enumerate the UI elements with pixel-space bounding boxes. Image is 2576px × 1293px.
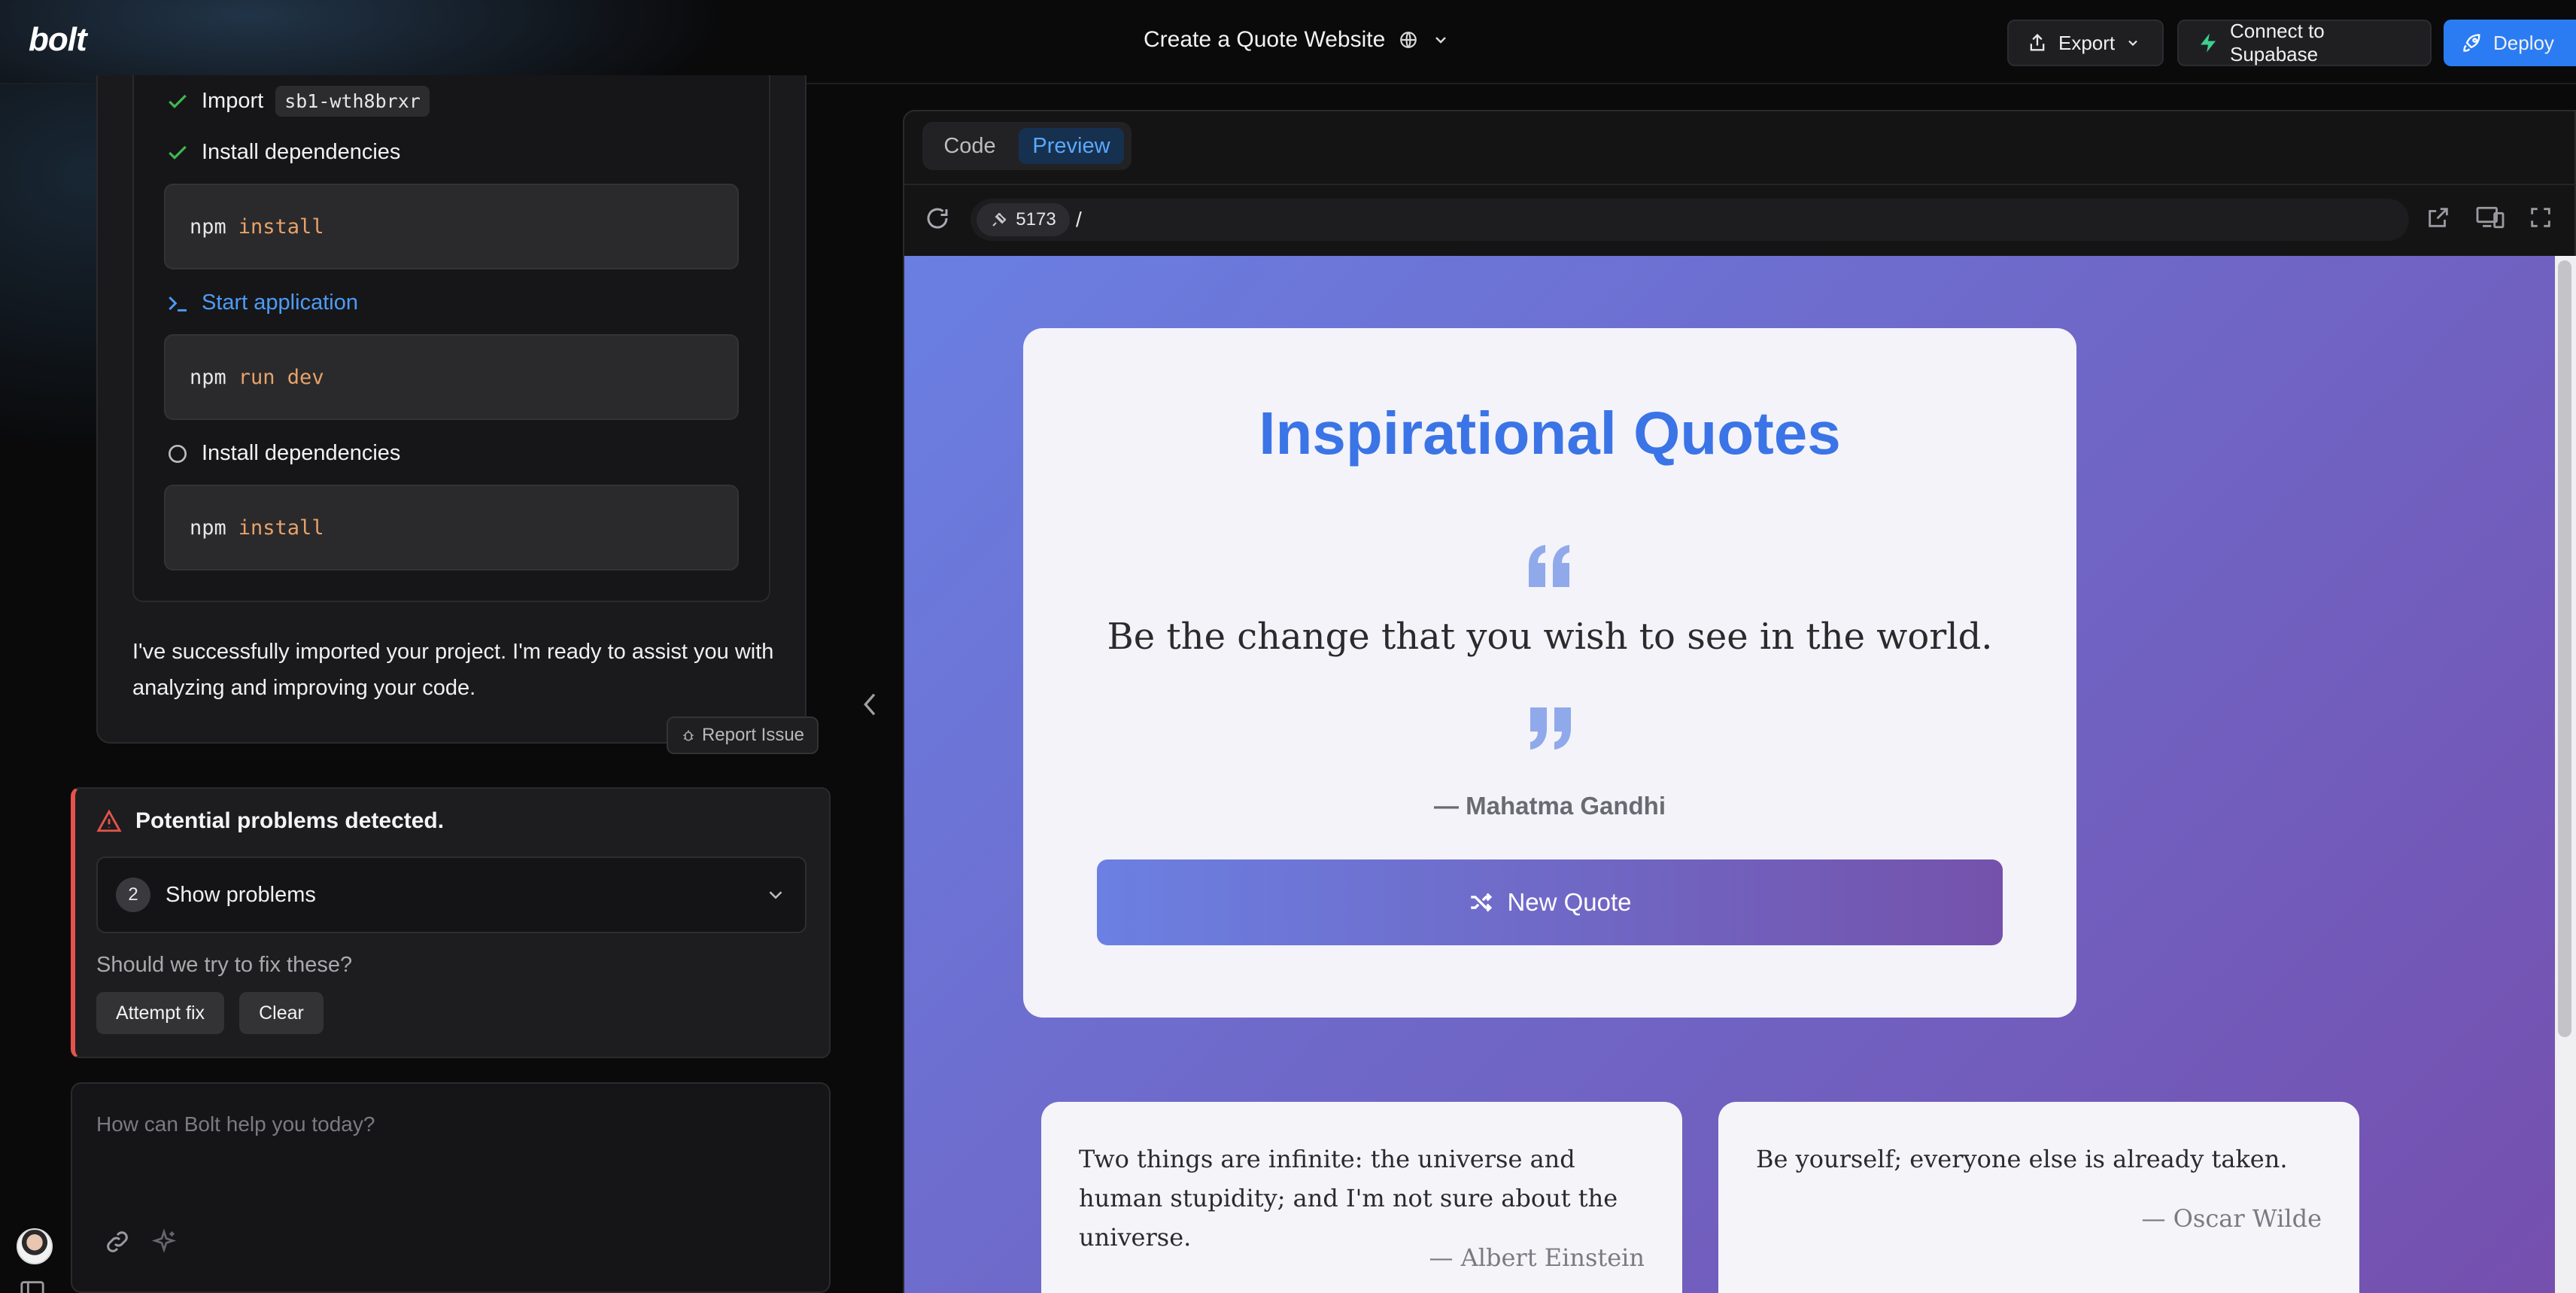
port-selector[interactable]: 5173 xyxy=(977,203,1070,236)
sidebar-toggle-icon[interactable] xyxy=(20,1279,45,1293)
project-title-menu[interactable]: Create a Quote Website xyxy=(1144,27,1450,53)
problems-title-row: Potential problems detected. xyxy=(96,808,444,834)
shuffle-icon xyxy=(1468,890,1493,915)
chat-input-placeholder[interactable]: How can Bolt help you today? xyxy=(96,1112,375,1136)
tab-preview[interactable]: Preview xyxy=(1019,128,1124,164)
bug-icon xyxy=(681,728,696,743)
warning-icon xyxy=(96,808,122,834)
fullscreen-icon[interactable] xyxy=(2528,205,2553,230)
export-label: Export xyxy=(2058,31,2116,54)
featured-quote-author: — Mahatma Gandhi xyxy=(1433,792,1666,820)
quote-card-text: Be yourself; everyone else is already ta… xyxy=(1756,1145,2288,1173)
step-install-dependencies: Install dependencies xyxy=(166,140,400,165)
top-header: bolt Create a Quote Website Export Conne… xyxy=(0,0,2576,84)
chevron-down-icon xyxy=(764,884,787,906)
share-icon xyxy=(2027,32,2048,53)
command-block: npm install xyxy=(164,184,739,269)
attach-link-icon[interactable] xyxy=(104,1228,131,1255)
tabs-divider xyxy=(904,184,2576,185)
import-id-tag: sb1-wth8brxr xyxy=(275,86,430,117)
check-icon xyxy=(166,90,190,114)
quote-card-author: — Oscar Wilde xyxy=(2141,1204,2322,1233)
address-bar[interactable] xyxy=(971,199,2409,241)
command-block: npm install xyxy=(164,485,739,570)
assistant-message-text: I've successfully imported your project.… xyxy=(132,640,774,700)
command-args: run dev xyxy=(238,365,324,389)
show-problems-label: Show problems xyxy=(166,882,316,907)
deploy-button[interactable]: Deploy xyxy=(2444,20,2576,66)
enhance-prompt-sparkle-icon[interactable] xyxy=(150,1228,178,1255)
fix-question: Should we try to fix these? xyxy=(96,953,353,977)
port-number: 5173 xyxy=(1016,209,1056,230)
attempt-fix-button[interactable]: Attempt fix xyxy=(96,992,224,1034)
bolt-logo[interactable]: bolt xyxy=(29,21,87,59)
step-label: Install dependencies xyxy=(202,441,401,465)
command-name: npm xyxy=(190,214,226,239)
featured-quote-text: Be the change that you wish to see in th… xyxy=(1107,616,1993,658)
new-quote-button[interactable]: New Quote xyxy=(1097,859,2003,945)
show-problems-dropdown[interactable]: 2 Show problems xyxy=(96,856,807,933)
step-start-application: Start application xyxy=(166,291,358,315)
open-new-tab-icon[interactable] xyxy=(2426,205,2451,230)
check-icon xyxy=(166,141,190,165)
plug-icon xyxy=(990,211,1008,229)
terminal-icon xyxy=(166,291,190,315)
circle-icon xyxy=(166,442,190,466)
step-label: Install dependencies xyxy=(202,140,401,164)
step-import: Import sb1-wth8brxr xyxy=(166,86,430,117)
report-issue-button[interactable]: Report Issue xyxy=(667,716,819,754)
export-button[interactable]: Export xyxy=(2007,20,2164,66)
project-title: Create a Quote Website xyxy=(1144,27,1386,52)
supabase-label: Connect to Supabase xyxy=(2230,20,2325,65)
device-preview-icon[interactable] xyxy=(2475,205,2505,230)
globe-icon xyxy=(1399,30,1418,50)
page-heading: Inspirational Quotes xyxy=(1259,400,1841,467)
problems-title: Potential problems detected. xyxy=(135,808,445,833)
command-name: npm xyxy=(190,516,226,540)
step-install-dependencies-pending: Install dependencies xyxy=(166,441,400,466)
problem-count-badge: 2 xyxy=(116,878,150,912)
step-label: Import xyxy=(202,89,264,113)
connect-supabase-button[interactable]: Connect to Supabase xyxy=(2177,20,2432,66)
preview-scrollbar-thumb[interactable] xyxy=(2558,260,2571,1037)
quote-card-text: Two things are infinite: the universe an… xyxy=(1079,1145,1618,1252)
rocket-icon xyxy=(2462,32,2483,53)
reload-icon[interactable] xyxy=(924,205,951,232)
url-path[interactable]: / xyxy=(1076,208,1082,232)
step-label: Start application xyxy=(202,291,358,315)
quote-open-icon xyxy=(1526,543,1574,589)
chevron-down-icon xyxy=(1432,31,1450,49)
quote-card-small xyxy=(1718,1102,2359,1293)
command-block: npm run dev xyxy=(164,334,739,420)
user-avatar[interactable] xyxy=(17,1228,53,1264)
quote-card-author: — Albert Einstein xyxy=(1429,1243,1645,1272)
deploy-label: Deploy xyxy=(2493,31,2554,54)
quote-close-icon xyxy=(1526,706,1574,751)
command-args: install xyxy=(238,516,324,540)
new-quote-label: New Quote xyxy=(1507,888,1632,916)
command-args: install xyxy=(238,214,324,239)
chevron-down-icon xyxy=(2125,35,2140,50)
report-issue-label: Report Issue xyxy=(701,725,805,745)
tab-code[interactable]: Code xyxy=(930,128,1010,164)
command-name: npm xyxy=(190,365,226,389)
collapse-chat-chevron-icon[interactable] xyxy=(859,689,882,720)
clear-button[interactable]: Clear xyxy=(239,992,324,1034)
supabase-icon xyxy=(2197,32,2219,54)
